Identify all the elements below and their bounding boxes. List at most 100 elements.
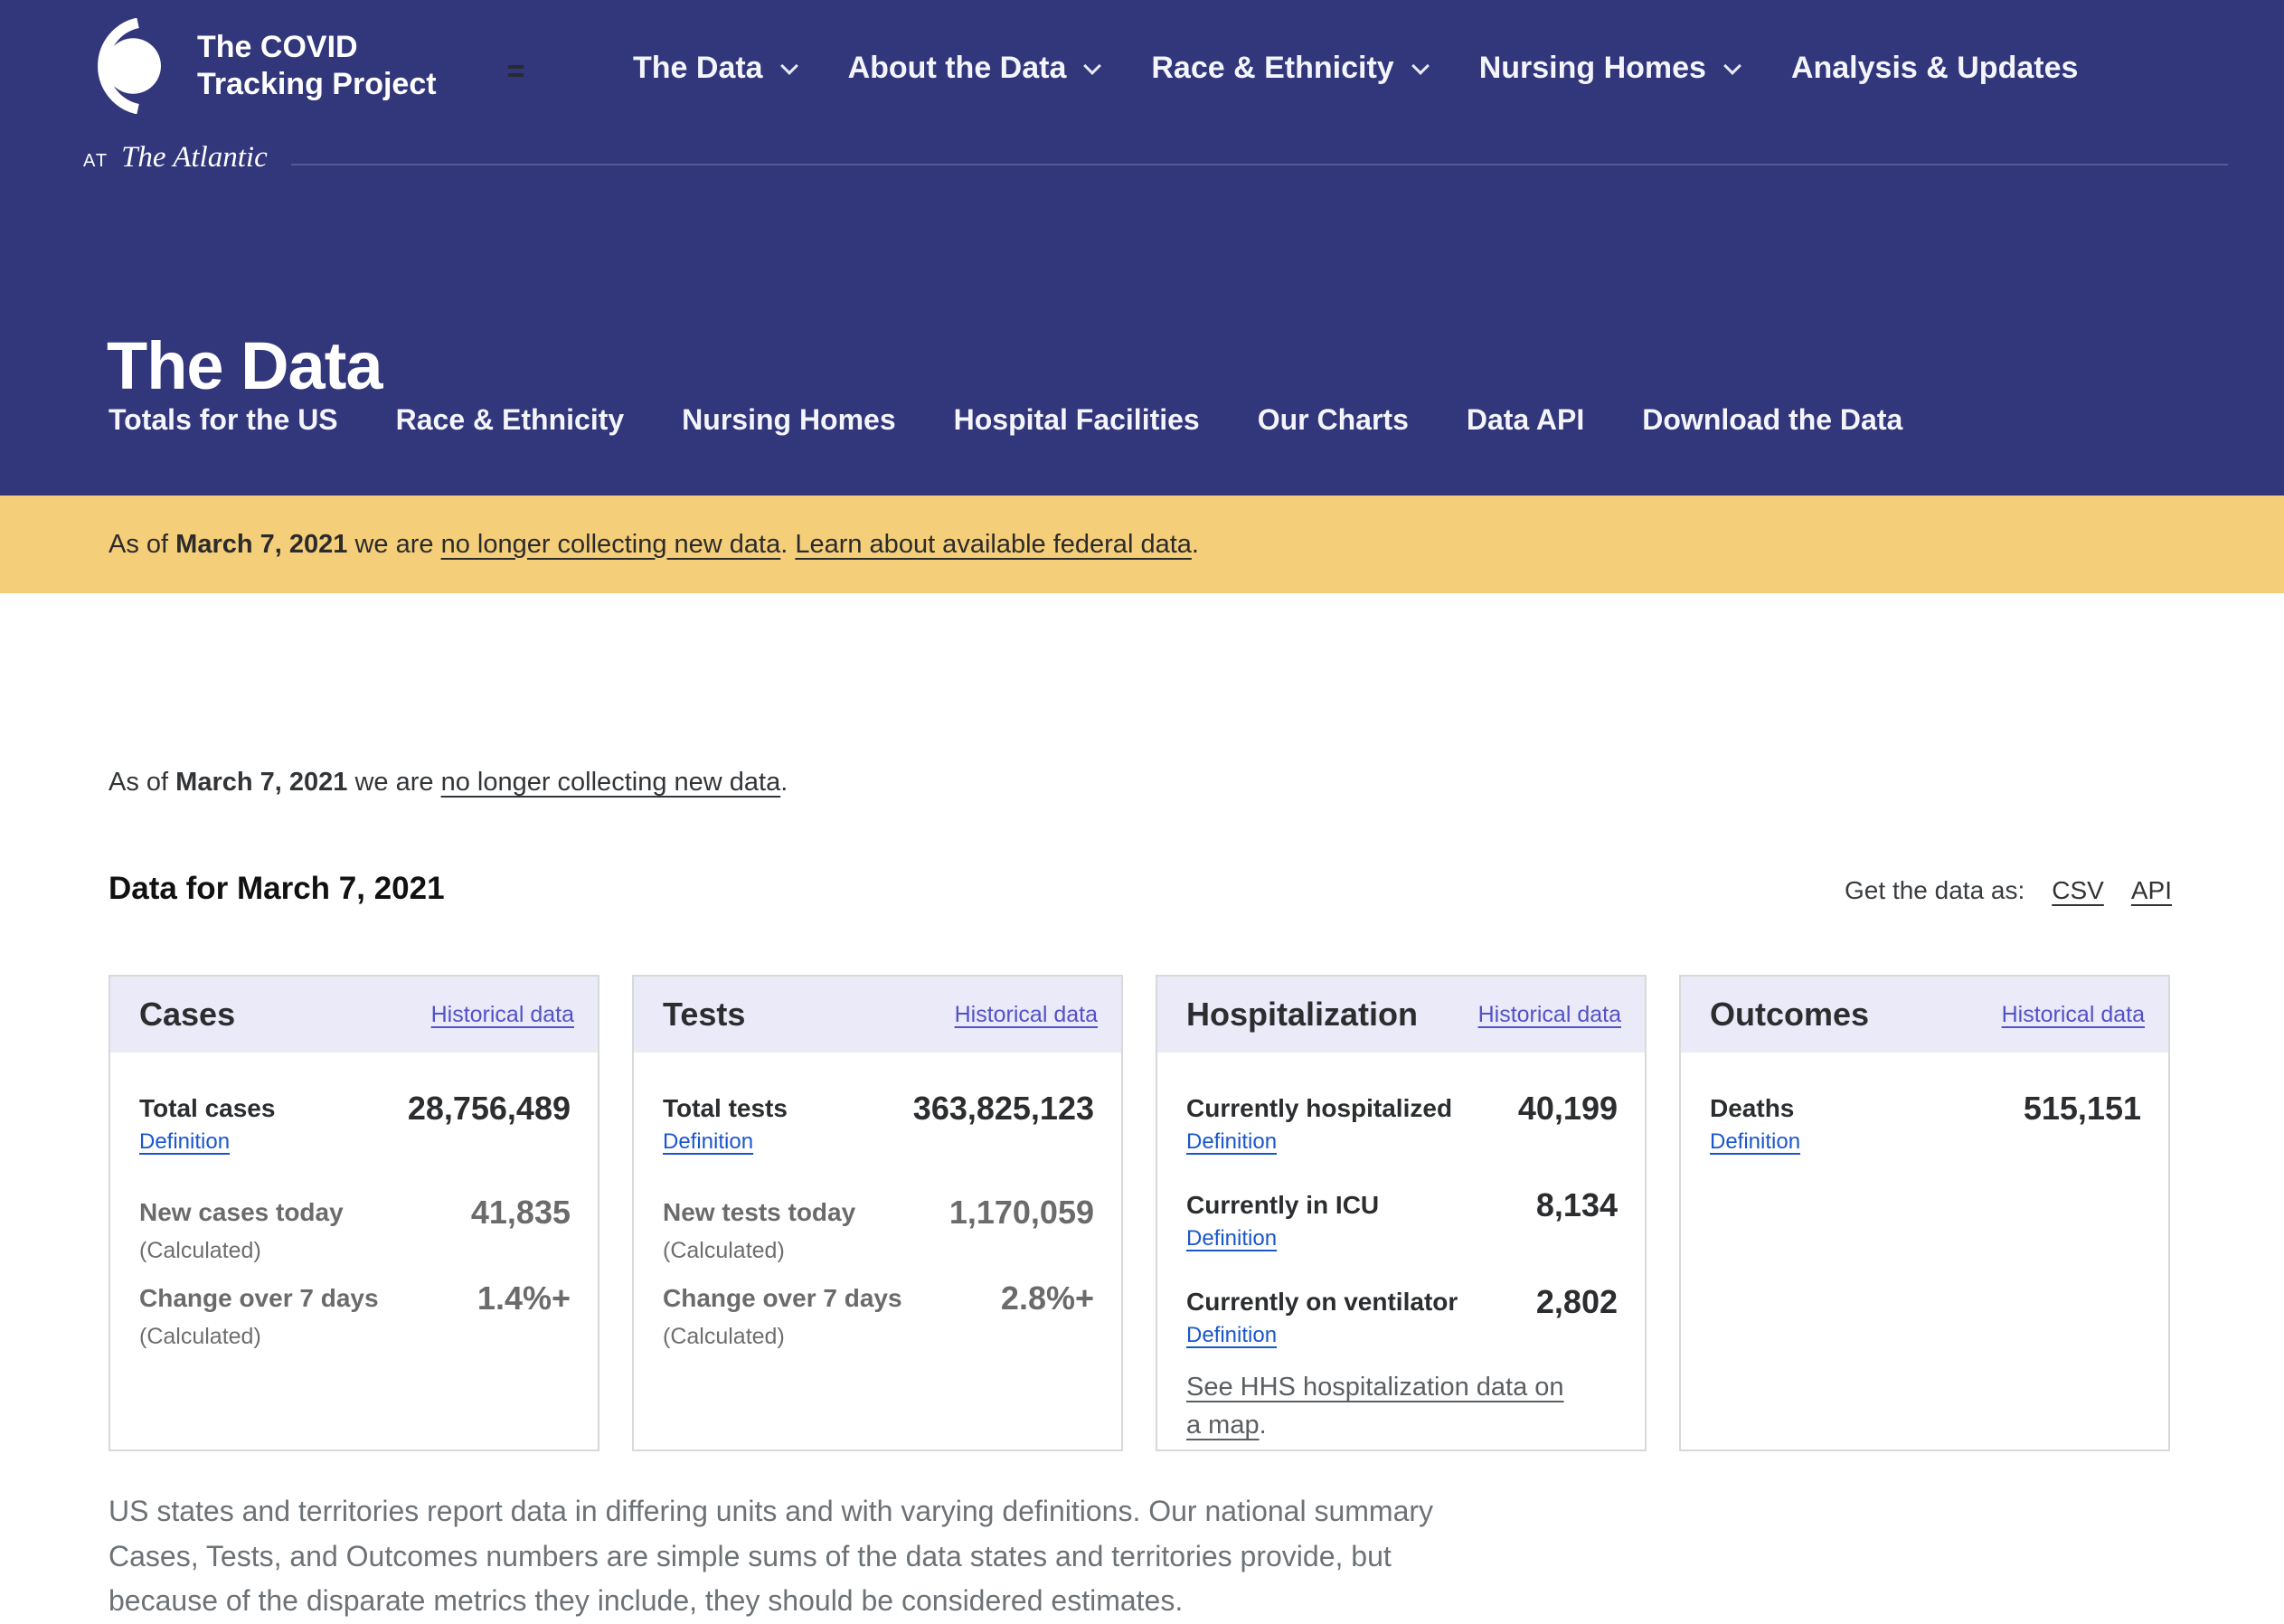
subnav-item-totals-us[interactable]: Totals for the US	[109, 403, 338, 437]
outcomes-card: Outcomes Historical data Deaths Definiti…	[1679, 975, 2170, 1451]
stat-label: New tests today	[663, 1198, 855, 1227]
menu-icon[interactable]	[508, 65, 524, 81]
nav-item-the-data[interactable]: The Data	[633, 51, 796, 86]
stat-value: 40,199	[1518, 1092, 1618, 1125]
nav-label: Nursing Homes	[1479, 51, 1706, 86]
api-link[interactable]: API	[2131, 876, 2172, 905]
cases-card: Cases Historical data Total cases Defini…	[109, 975, 599, 1451]
card-title: Cases	[139, 996, 235, 1034]
main-content: As of March 7, 2021 we are no longer col…	[109, 619, 2172, 1624]
chevron-down-icon	[1411, 57, 1430, 75]
stat-row: Deaths Definition 515,151	[1710, 1094, 2141, 1155]
stat-value: 1,170,059	[949, 1196, 1094, 1229]
page-title: The Data	[107, 327, 382, 404]
hospitalization-card: Hospitalization Historical data Currentl…	[1156, 975, 1647, 1451]
stat-label: Currently on ventilator	[1186, 1288, 1458, 1317]
calculated-note: (Calculated)	[139, 1238, 344, 1264]
stat-value: 41,835	[471, 1196, 571, 1229]
stat-row: Currently hospitalized Definition 40,199	[1186, 1094, 1618, 1155]
stat-label: Total tests	[663, 1094, 788, 1123]
estimates-footnote: US states and territories report data in…	[109, 1489, 1456, 1624]
get-data-as: Get the data as: CSV API	[1845, 876, 2172, 905]
stat-row: New cases today (Calculated) 41,835	[139, 1198, 571, 1264]
nav-label: Race & Ethnicity	[1151, 51, 1393, 86]
site-header: The COVID Tracking Project The Data Abou…	[0, 0, 2284, 496]
chevron-down-icon	[1083, 57, 1101, 75]
nav-label: The Data	[633, 51, 763, 86]
collection-notice: As of March 7, 2021 we are no longer col…	[109, 619, 2172, 798]
nav-label: Analysis & Updates	[1791, 51, 2078, 86]
stat-label: New cases today	[139, 1198, 344, 1227]
chevron-down-icon	[780, 57, 798, 75]
stat-value: 8,134	[1536, 1189, 1618, 1222]
logo-line-1: The COVID	[197, 29, 437, 66]
historical-data-link[interactable]: Historical data	[431, 1002, 574, 1028]
nav-item-nursing-homes[interactable]: Nursing Homes	[1479, 51, 1739, 86]
covid-tracking-logo-icon	[81, 18, 177, 114]
calculated-note: (Calculated)	[663, 1324, 902, 1350]
tests-card: Tests Historical data Total tests Defini…	[632, 975, 1123, 1451]
sub-nav: Totals for the US Race & Ethnicity Nursi…	[109, 403, 1902, 437]
nav-item-analysis-updates[interactable]: Analysis & Updates	[1791, 51, 2078, 86]
subnav-item-our-charts[interactable]: Our Charts	[1258, 403, 1409, 437]
stat-label: Change over 7 days	[139, 1284, 379, 1313]
nav-item-about-the-data[interactable]: About the Data	[848, 51, 1100, 86]
stat-label: Currently hospitalized	[1186, 1094, 1452, 1123]
hhs-map-link-wrap: See HHS hospitalization data on a map.	[1186, 1368, 1584, 1444]
federal-data-link[interactable]: Learn about available federal data	[795, 530, 1192, 559]
definition-link[interactable]: Definition	[139, 1129, 230, 1155]
collection-stopped-banner: As of March 7, 2021 we are no longer col…	[0, 496, 2284, 593]
stat-value: 363,825,123	[913, 1092, 1094, 1125]
stat-row: Currently in ICU Definition 8,134	[1186, 1191, 1618, 1251]
card-title: Tests	[663, 996, 745, 1034]
subnav-item-hospital-facilities[interactable]: Hospital Facilities	[954, 403, 1200, 437]
banner-text: As of March 7, 2021 we are no longer col…	[109, 530, 1199, 560]
definition-link[interactable]: Definition	[1186, 1129, 1277, 1155]
definition-link[interactable]: Definition	[1186, 1226, 1277, 1251]
no-longer-collecting-link[interactable]: no longer collecting new data	[441, 530, 781, 559]
stat-value: 2,802	[1536, 1286, 1618, 1318]
chevron-down-icon	[1723, 57, 1741, 75]
stat-value: 28,756,489	[408, 1092, 571, 1125]
summary-cards: Cases Historical data Total cases Defini…	[109, 975, 2172, 1451]
definition-link[interactable]: Definition	[663, 1129, 753, 1155]
calculated-note: (Calculated)	[663, 1238, 855, 1264]
no-longer-collecting-link[interactable]: no longer collecting new data	[441, 768, 781, 797]
stat-label: Change over 7 days	[663, 1284, 902, 1313]
data-date-heading: Data for March 7, 2021	[109, 871, 445, 907]
stat-row: New tests today (Calculated) 1,170,059	[663, 1198, 1094, 1264]
notice-date: March 7, 2021	[175, 768, 347, 797]
nav-label: About the Data	[848, 51, 1067, 86]
see-hhs-map-link[interactable]: See HHS hospitalization data on a map	[1186, 1373, 1564, 1440]
stat-row: Currently on ventilator Definition 2,802	[1186, 1288, 1618, 1348]
publisher-attribution: AT The Atlantic	[83, 141, 268, 175]
stat-value: 2.8%+	[1001, 1282, 1094, 1315]
calculated-note: (Calculated)	[139, 1324, 379, 1350]
stat-row: Change over 7 days (Calculated) 1.4%+	[139, 1284, 571, 1350]
header-divider	[291, 164, 2228, 165]
nav-item-race-ethnicity[interactable]: Race & Ethnicity	[1151, 51, 1426, 86]
historical-data-link[interactable]: Historical data	[955, 1002, 1098, 1028]
banner-date: March 7, 2021	[175, 530, 347, 559]
subnav-item-race-ethnicity[interactable]: Race & Ethnicity	[396, 403, 625, 437]
definition-link[interactable]: Definition	[1710, 1129, 1800, 1155]
site-logo[interactable]: The COVID Tracking Project	[81, 18, 437, 114]
definition-link[interactable]: Definition	[1186, 1323, 1277, 1348]
stat-label: Currently in ICU	[1186, 1191, 1379, 1220]
csv-link[interactable]: CSV	[2052, 876, 2104, 905]
the-atlantic-logo[interactable]: The Atlantic	[121, 141, 268, 175]
subnav-item-nursing-homes[interactable]: Nursing Homes	[682, 403, 895, 437]
historical-data-link[interactable]: Historical data	[1478, 1002, 1621, 1028]
at-label: AT	[83, 151, 109, 172]
subnav-item-data-api[interactable]: Data API	[1467, 403, 1584, 437]
historical-data-link[interactable]: Historical data	[2002, 1002, 2145, 1028]
main-nav: The Data About the Data Race & Ethnicity…	[633, 51, 2078, 86]
stat-value: 515,151	[2024, 1092, 2141, 1125]
card-title: Outcomes	[1710, 996, 1869, 1034]
data-section-header: Data for March 7, 2021 Get the data as: …	[109, 845, 2172, 933]
stat-row: Total cases Definition 28,756,489	[139, 1094, 571, 1155]
site-logo-text: The COVID Tracking Project	[197, 29, 437, 103]
stat-row: Total tests Definition 363,825,123	[663, 1094, 1094, 1155]
card-title: Hospitalization	[1186, 996, 1418, 1034]
subnav-item-download-data[interactable]: Download the Data	[1642, 403, 1902, 437]
